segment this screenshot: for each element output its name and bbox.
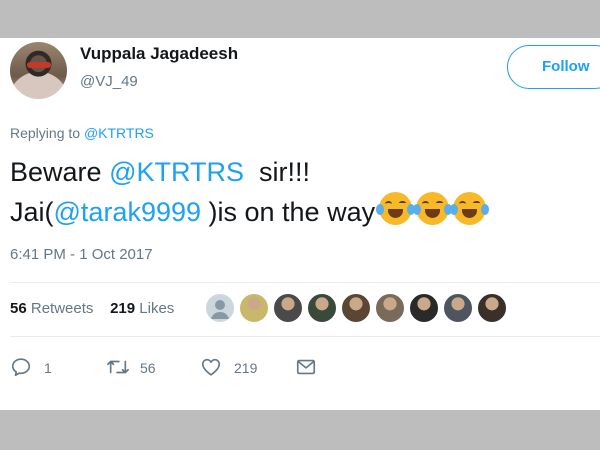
envelope-icon — [296, 359, 316, 375]
user-avatar[interactable] — [10, 42, 67, 99]
user-handle[interactable]: @VJ_49 — [80, 73, 138, 90]
divider — [10, 336, 600, 337]
tears-of-joy-emoji-icon — [413, 192, 453, 225]
reply-icon — [11, 358, 31, 377]
heart-icon — [201, 358, 221, 376]
tweet-timestamp[interactable]: 6:41 PM - 1 Oct 2017 — [10, 246, 153, 263]
tweet-line-2: Jai(@tarak9999 )is on the way — [10, 192, 490, 232]
reply-button[interactable]: 1 — [10, 356, 60, 380]
avatar-glasses — [27, 62, 51, 68]
user-name[interactable]: Vuppala Jagadeesh — [80, 44, 238, 64]
default-avatar-icon[interactable] — [205, 293, 235, 323]
retweets-label: Retweets — [30, 300, 94, 317]
liker-avatar[interactable] — [443, 293, 473, 323]
replying-mention-link[interactable]: @KTRTRS — [84, 125, 154, 141]
tears-of-joy-emoji-icon — [376, 192, 416, 225]
person-icon — [211, 300, 229, 319]
liker-avatar[interactable] — [341, 293, 371, 323]
tweet-text: Beware @KTRTRS sir!!! Jai(@tarak9999 )is… — [10, 153, 490, 232]
liker-avatar[interactable] — [409, 293, 439, 323]
tweet-text-segment: Jai( — [10, 197, 54, 227]
tears-of-joy-emoji-icon — [450, 192, 490, 225]
mention-tarak9999-link[interactable]: @tarak9999 — [54, 197, 202, 227]
retweets-count: 56 — [10, 300, 27, 317]
retweets-stat[interactable]: 56 Retweets — [10, 300, 93, 317]
retweet-count: 56 — [140, 360, 156, 376]
liker-avatar[interactable] — [239, 293, 269, 323]
mention-ktrtrs-link[interactable]: @KTRTRS — [109, 157, 244, 187]
replying-to: Replying to @KTRTRS — [10, 125, 154, 141]
divider — [10, 282, 600, 283]
tweet-card: Vuppala Jagadeesh @VJ_49 Follow Replying… — [0, 38, 600, 410]
tweet-text-segment: )is on the way — [201, 197, 376, 227]
like-count: 219 — [234, 360, 258, 376]
liker-avatar[interactable] — [307, 293, 337, 323]
tweet-text-segment: Beware — [10, 157, 110, 187]
follow-button[interactable]: Follow — [507, 45, 600, 89]
replying-prefix: Replying to — [10, 125, 84, 141]
likes-count: 219 — [110, 300, 136, 317]
likes-label: Likes — [139, 300, 175, 317]
retweet-icon — [107, 360, 129, 374]
retweet-button[interactable]: 56 — [106, 356, 176, 380]
reply-count: 1 — [44, 360, 52, 376]
tweet-line-1: Beware @KTRTRS sir!!! — [10, 153, 486, 192]
engagement-stats: 56 Retweets 219 Likes — [10, 300, 174, 317]
liker-avatar[interactable] — [273, 293, 303, 323]
like-button[interactable]: 219 — [200, 356, 280, 380]
direct-message-button[interactable] — [295, 356, 319, 380]
liker-avatar[interactable] — [477, 293, 507, 323]
tweet-text-segment: sir!!! — [243, 157, 310, 187]
liker-avatar[interactable] — [375, 293, 405, 323]
likes-stat[interactable]: 219 Likes — [110, 300, 174, 317]
